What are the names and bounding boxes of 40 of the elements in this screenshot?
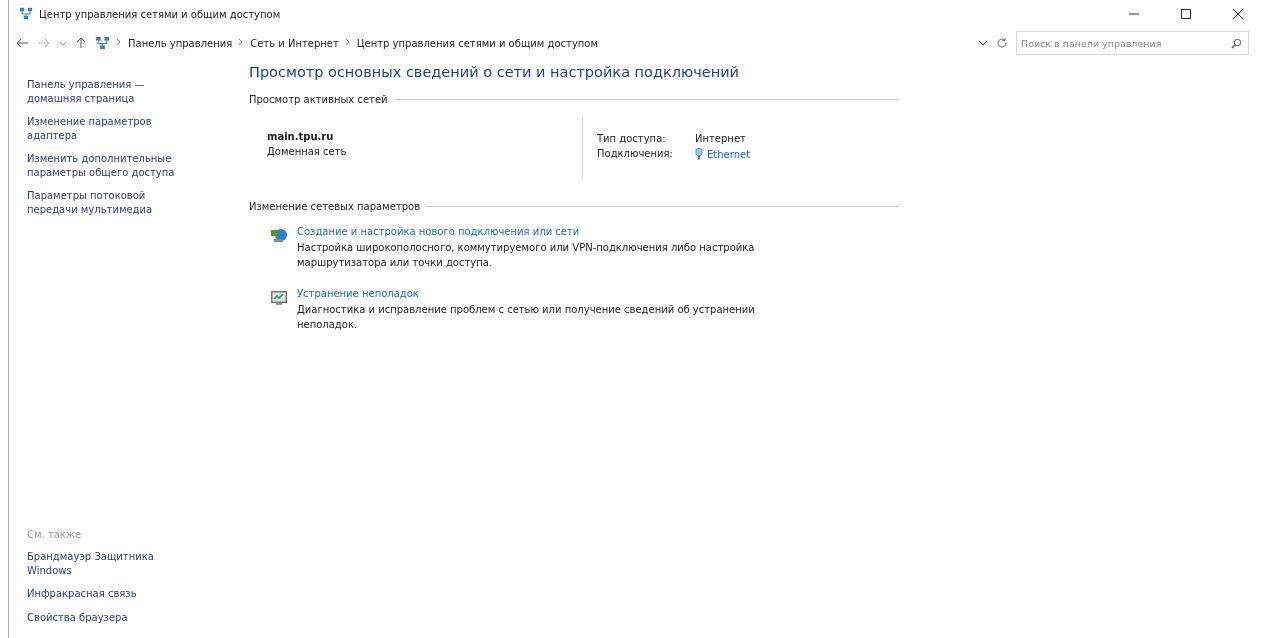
page-heading: Просмотр основных сведений о сети и настройка подключений xyxy=(249,64,741,80)
sidebar-link[interactable]: Изменить дополнительные параметры общего доступа xyxy=(27,152,237,179)
section-heading: Изменение сетевых параметров xyxy=(249,201,421,212)
task-description: Настройка широкополосного, коммутируемого или VPN-подключения либо настройка маршрутизатора или точки доступа. xyxy=(297,241,755,270)
breadcrumb[interactable]: Сеть и Интернет xyxy=(250,37,339,49)
search-icon[interactable] xyxy=(1231,37,1242,49)
adapter-icon xyxy=(695,148,703,160)
maximize-icon[interactable] xyxy=(1180,8,1192,20)
search-box[interactable]: Поиск в панели управления xyxy=(1016,31,1249,55)
network-type: Доменная сеть xyxy=(267,146,348,157)
sidebar-link[interactable]: Изменение параметров адаптера xyxy=(27,115,237,142)
back-arrow-icon[interactable] xyxy=(15,37,29,49)
task-link[interactable]: Создание и настройка нового подключения или сети xyxy=(297,226,755,237)
chevron-icon xyxy=(116,38,122,48)
breadcrumb[interactable]: Центр управления сетями и общим доступом xyxy=(356,37,598,49)
breadcrumb[interactable]: Панель управления xyxy=(128,37,233,49)
network-icon xyxy=(19,7,33,21)
chevron-icon xyxy=(344,38,351,48)
section-heading: Просмотр активных сетей xyxy=(249,94,388,105)
refresh-icon[interactable] xyxy=(996,37,1008,49)
network-name: main.tpu.ru xyxy=(267,131,335,142)
ethernet-link[interactable]: Ethernet xyxy=(695,148,751,160)
monitor-icon xyxy=(269,288,289,308)
access-type-label: Тип доступа: xyxy=(597,133,667,144)
see-also-link[interactable]: Брандмауэр Защитника Windows xyxy=(27,550,237,577)
up-arrow-icon[interactable] xyxy=(75,37,87,49)
close-icon[interactable] xyxy=(1232,8,1244,20)
see-also-heading: См. также xyxy=(27,529,83,540)
sidebar-link[interactable]: Параметры потоковой передачи мультимедиа xyxy=(27,189,237,216)
task-description: Диагностика и исправление проблем с сетью или получение сведений об устранении неполадок. xyxy=(297,303,755,332)
access-type-value: Интернет xyxy=(695,133,747,144)
dropdown-icon[interactable] xyxy=(978,39,988,47)
window-title: Центр управления сетями и общим доступом xyxy=(39,8,282,20)
network-icon xyxy=(95,35,110,51)
connections-label: Подключения: xyxy=(597,148,674,160)
see-also-link[interactable]: Свойства браузера xyxy=(27,610,237,624)
sidebar-link[interactable]: Панель управления — домашняя страница xyxy=(27,78,237,105)
chevron-icon xyxy=(238,38,245,48)
task-link[interactable]: Устранение неполадок xyxy=(297,288,755,299)
see-also-link[interactable]: Инфракрасная связь xyxy=(27,587,237,601)
